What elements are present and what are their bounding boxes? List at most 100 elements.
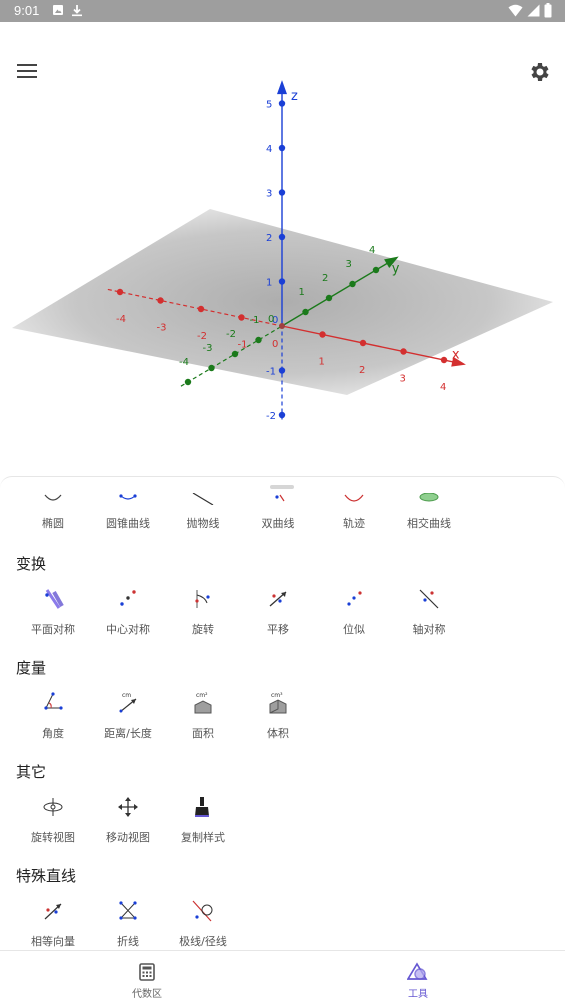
- x-tick-label: 0: [272, 339, 278, 350]
- settings-gear-icon[interactable]: [527, 60, 551, 84]
- parabola-icon: [192, 493, 214, 505]
- z-tick-label: 5: [266, 100, 272, 111]
- tool-label: 旋转视图: [31, 831, 75, 844]
- tool-distance[interactable]: cm 距离/长度: [90, 691, 166, 751]
- z-tick-point: [278, 278, 286, 285]
- section-title: 度量: [16, 659, 47, 677]
- tool-label: 中心对称: [106, 623, 150, 636]
- tool-hyperbola[interactable]: 双曲线: [240, 481, 316, 541]
- reflect-plane-icon: [45, 589, 64, 609]
- tools-shapes-icon: [407, 962, 428, 980]
- tool-rotate-view[interactable]: 旋转视图: [15, 795, 91, 855]
- tool-rotate[interactable]: 旋转: [165, 587, 241, 647]
- x-tick-label: 1: [319, 357, 325, 368]
- photo-notification-icon: [53, 5, 63, 15]
- y-tick-label: -4: [179, 357, 189, 368]
- tools-panel[interactable]: 椭圆 圆锥曲线 抛物线 双曲线 轨迹 相交曲线变换平面对称 中心对称 旋转 平移 位似 轴对称度量角…: [0, 476, 565, 951]
- y-tick-label: 4: [369, 245, 375, 256]
- tool-label: 移动视图: [106, 831, 150, 844]
- z-tick-point: [278, 367, 286, 374]
- tool-label: 角度: [42, 727, 64, 740]
- nav-tools[interactable]: 工具: [378, 959, 458, 1003]
- graphics-view-3d[interactable]: z -2 -1 0 1 2 3 4 5 x -4 -3 -2 -1 0 1 2 3 4 y -4 -3 -2 -1 0 1 2 3 4: [0, 22, 565, 477]
- distance-icon: cm: [119, 692, 137, 713]
- tool-label: 体积: [267, 727, 289, 740]
- x-tick-point: [197, 305, 205, 313]
- tool-label: 复制样式: [181, 831, 225, 844]
- tool-parabola[interactable]: 抛物线: [165, 481, 241, 541]
- translate-icon: [269, 591, 287, 607]
- y-tick-label: 2: [322, 273, 328, 284]
- tool-volume[interactable]: cm³ 体积: [240, 691, 316, 751]
- status-time: 9:01: [14, 3, 40, 18]
- section-title: 变换: [16, 555, 47, 573]
- z-tick-label: 3: [266, 189, 272, 200]
- section-title: 其它: [16, 763, 47, 781]
- tool-angle[interactable]: 角度: [15, 691, 91, 751]
- tool-intersection-curve[interactable]: 相交曲线: [391, 481, 467, 541]
- tool-label: 平移: [267, 623, 289, 636]
- graphics-canvas[interactable]: z-2-1012345x-4-3-2-1 01234y-4-3-2-1 01234: [0, 22, 565, 477]
- tool-vector-from-point[interactable]: 相等向量: [15, 899, 91, 951]
- tool-label: 折线: [117, 935, 139, 948]
- svg-text:cm²: cm²: [196, 692, 208, 699]
- rotate-icon: [195, 590, 210, 608]
- tool-label: 轨迹: [343, 517, 365, 530]
- tool-area[interactable]: cm² 面积: [165, 691, 241, 751]
- battery-icon: [544, 3, 552, 18]
- z-tick-point: [278, 100, 286, 107]
- tool-dilate[interactable]: 位似: [316, 587, 392, 647]
- move-view-icon: [118, 797, 138, 817]
- y-tick-point: [325, 294, 333, 302]
- tool-reflect-plane[interactable]: 平面对称: [15, 587, 91, 647]
- tool-reflect-line[interactable]: 轴对称: [391, 587, 467, 647]
- intersection-curve-icon: [419, 493, 439, 502]
- wifi-icon: [508, 4, 523, 17]
- dilate-icon: [347, 591, 362, 606]
- z-tick-point: [278, 411, 286, 419]
- tool-locus[interactable]: 轨迹: [316, 481, 392, 541]
- bottom-navigation: 代数区 工具: [0, 950, 565, 1005]
- download-icon: [72, 5, 82, 17]
- x-tick-point: [319, 331, 326, 338]
- z-axis-arrow: [277, 80, 287, 95]
- polyline-icon: [119, 901, 137, 920]
- tool-polyline[interactable]: 折线: [90, 899, 166, 951]
- z-tick-label: 2: [266, 233, 272, 244]
- calculator-icon: [139, 963, 155, 981]
- y-tick-point: [372, 266, 380, 274]
- z-tick-label: 1: [266, 278, 272, 289]
- menu-icon[interactable]: [16, 62, 38, 80]
- tool-move-view[interactable]: 移动视图: [90, 795, 166, 855]
- z-axis-label: z: [291, 89, 298, 104]
- nav-algebra[interactable]: 代数区: [107, 959, 187, 1003]
- tool-polar-line[interactable]: 极线/径线: [165, 899, 241, 951]
- x-tick-label: -2: [197, 331, 207, 342]
- x-tick-label: -4: [116, 314, 126, 325]
- nav-algebra-label: 代数区: [132, 989, 162, 1000]
- y-tick-label: -3: [203, 343, 213, 354]
- rotate-view-icon: [43, 798, 63, 816]
- y-tick-label: -2: [226, 329, 236, 340]
- x-tick-point: [238, 314, 245, 321]
- z-tick-label: -2: [266, 411, 276, 422]
- x-axis-label: x: [452, 348, 460, 363]
- polar-line-icon: [192, 900, 213, 922]
- tool-translate[interactable]: 平移: [240, 587, 316, 647]
- tool-copy-style[interactable]: 复制样式: [165, 795, 241, 855]
- tool-ellipse[interactable]: 椭圆: [15, 481, 91, 541]
- y-tick-point: [302, 308, 309, 316]
- locus-icon: [344, 494, 364, 502]
- tool-label: 平面对称: [31, 623, 75, 636]
- tool-label: 旋转: [192, 623, 214, 636]
- x-tick-point: [157, 297, 164, 304]
- nav-tools-label: 工具: [408, 989, 428, 1000]
- reflect-line-icon: [419, 589, 439, 609]
- tool-label: 轴对称: [412, 623, 446, 636]
- y-tick-label: 3: [346, 259, 352, 270]
- tool-conic[interactable]: 圆锥曲线: [90, 481, 166, 541]
- z-tick-point: [278, 144, 286, 152]
- y-tick-label: 0: [268, 314, 274, 325]
- tool-label: 极线/径线: [179, 935, 227, 948]
- tool-reflect-point[interactable]: 中心对称: [90, 587, 166, 647]
